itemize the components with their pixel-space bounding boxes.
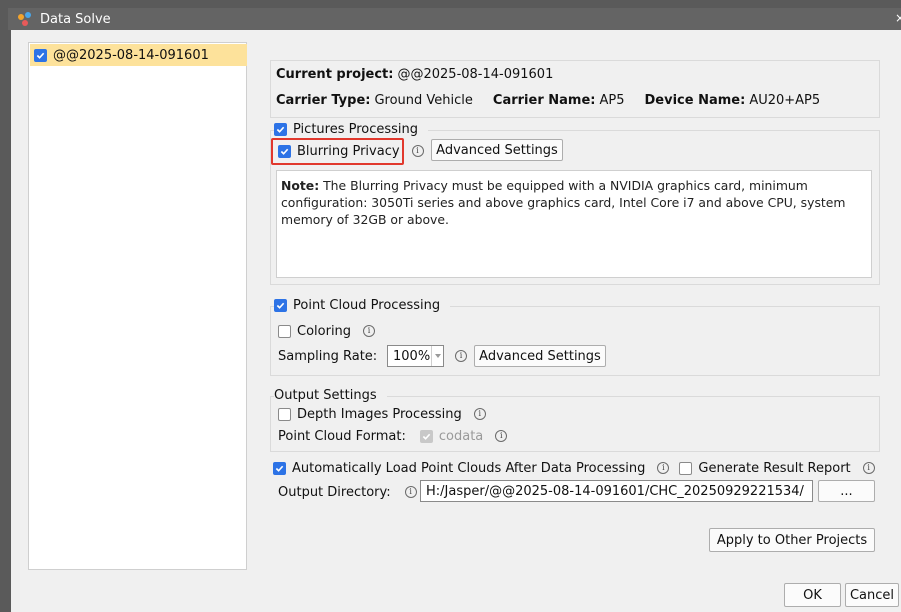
auto-load-checkbox[interactable] [273,461,286,475]
current-project-value: @@2025-08-14-091601 [397,66,554,82]
coloring-checkbox[interactable] [278,324,291,338]
title-bar: Data Solve × [8,8,901,30]
output-directory-label: Output Directory: [278,484,391,500]
coloring-row: Coloring i [278,321,381,341]
close-icon[interactable]: × [895,11,901,25]
info-icon[interactable]: i [862,462,875,474]
checkbox-icon[interactable] [34,48,47,62]
apply-to-other-projects-button[interactable]: Apply to Other Projects [709,528,875,552]
pictures-processing-header: Pictures Processing [274,119,429,139]
ok-button[interactable]: OK [784,583,841,607]
point-cloud-format-value: codata [438,428,484,444]
window-title: Data Solve [40,11,111,27]
note-box: Note: The Blurring Privacy must be equip… [276,170,872,278]
note-label: Note: [281,178,320,193]
point-cloud-format-label: Point Cloud Format: [278,428,406,444]
app-logo-icon [18,12,31,26]
browse-button[interactable]: ... [818,480,875,502]
carrier-name-value: AP5 [599,92,625,108]
blurring-privacy-checkbox[interactable] [278,144,291,158]
info-icon[interactable]: i [495,430,508,442]
device-name-label: Device Name: [644,92,746,108]
info-icon[interactable]: i [473,408,486,420]
current-project-row: Current project: @@2025-08-14-091601 [276,64,559,84]
codata-checkbox [419,429,433,443]
point-cloud-processing-header: Point Cloud Processing [274,295,451,315]
depth-images-row: Depth Images Processing i [278,404,492,424]
carrier-type-value: Ground Vehicle [374,92,473,108]
auto-load-label: Automatically Load Point Clouds After Da… [292,460,646,476]
cancel-button[interactable]: Cancel [845,583,899,607]
sampling-rate-select[interactable]: 100% [387,345,444,367]
info-icon[interactable]: i [455,350,467,362]
carrier-name-label: Carrier Name: [492,92,596,108]
depth-images-label: Depth Images Processing [297,406,462,422]
info-icon[interactable]: i [411,145,424,157]
sampling-rate-label: Sampling Rate: [278,348,378,364]
info-icon[interactable]: i [404,486,417,498]
info-icon[interactable]: i [363,325,376,337]
project-list-item[interactable]: @@2025-08-14-091601 [30,44,247,66]
blurring-privacy-label: Blurring Privacy [297,143,400,159]
generate-report-checkbox[interactable] [679,461,693,475]
blurring-privacy-row: Blurring Privacy i [278,141,430,161]
depth-images-checkbox[interactable] [278,407,291,421]
current-project-label: Current project: [276,66,394,82]
note-text: The Blurring Privacy must be equipped wi… [281,178,846,227]
output-settings-label: Output Settings [274,387,377,403]
point-cloud-processing-checkbox[interactable] [274,298,287,312]
carrier-row: Carrier Type: Ground Vehicle Carrier Nam… [276,90,826,110]
output-directory-input[interactable]: H:/Jasper/@@2025-08-14-091601/CHC_202509… [420,480,813,502]
pictures-processing-checkbox[interactable] [274,122,287,136]
point-cloud-format-row: Point Cloud Format: codata i [278,426,513,446]
project-name: @@2025-08-14-091601 [53,47,209,63]
point-cloud-processing-label: Point Cloud Processing [293,297,441,313]
point-cloud-advanced-settings-button[interactable]: Advanced Settings [474,345,606,367]
pictures-advanced-settings-button[interactable]: Advanced Settings [431,139,563,161]
info-icon[interactable]: i [657,462,670,474]
dropdown-arrow-icon[interactable] [431,346,443,366]
coloring-label: Coloring [297,323,352,339]
carrier-type-label: Carrier Type: [276,92,371,108]
pictures-processing-label: Pictures Processing [293,121,419,137]
sampling-rate-row: Sampling Rate: [278,346,383,366]
generate-report-label: Generate Result Report [698,460,851,476]
auto-load-row: Automatically Load Point Clouds After Da… [273,458,881,478]
output-settings-header: Output Settings [274,385,387,405]
sampling-rate-value: 100% [393,348,431,364]
output-directory-row: Output Directory: i [278,482,423,502]
device-name-value: AU20+AP5 [749,92,821,108]
project-list[interactable]: @@2025-08-14-091601 [28,42,247,570]
window-left-border [8,30,11,612]
